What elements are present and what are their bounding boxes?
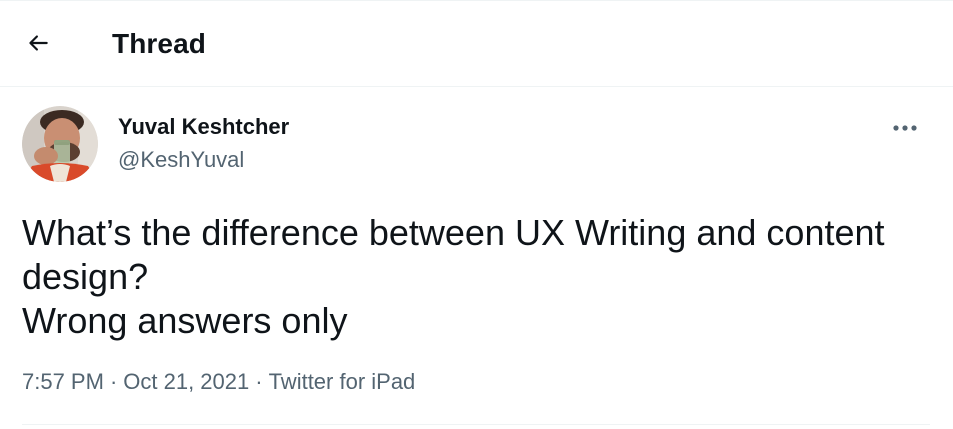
tweet-text-line: What’s the difference between UX Writing… <box>22 212 885 253</box>
tweet-divider <box>22 424 930 425</box>
user-avatar-image <box>22 106 98 182</box>
tweet-text-line: Wrong answers only <box>22 300 348 341</box>
arrow-left-icon <box>29 35 48 51</box>
tweet-source-link[interactable]: Twitter for iPad <box>269 369 416 394</box>
more-options-button[interactable] <box>884 113 926 143</box>
tweet-text-line: design? <box>22 256 149 297</box>
tweet: Yuval Keshtcher @KeshYuval What’s the di… <box>0 87 953 429</box>
more-horizontal-icon <box>893 125 917 131</box>
back-button[interactable] <box>20 25 56 61</box>
tweet-date: Oct 21, 2021 <box>123 369 250 394</box>
thread-header: Thread <box>0 1 953 87</box>
metadata-separator: · <box>109 369 118 394</box>
tweet-metadata: 7:57 PM · Oct 21, 2021 · Twitter for iPad <box>22 368 415 396</box>
page-title: Thread <box>112 28 206 59</box>
author-name[interactable]: Yuval Keshtcher <box>118 113 289 141</box>
thread-page: Thread Yuval Keshtcher @KeshYuval What’s… <box>0 0 953 428</box>
tweet-time-link[interactable]: 7:57 PM · Oct 21, 2021 <box>22 369 249 394</box>
tweet-text: What’s the difference between UX Writing… <box>22 211 932 343</box>
tweet-time: 7:57 PM <box>22 369 104 394</box>
avatar[interactable] <box>22 106 98 182</box>
metadata-separator: · <box>255 369 263 394</box>
author-handle[interactable]: @KeshYuval <box>118 146 244 174</box>
